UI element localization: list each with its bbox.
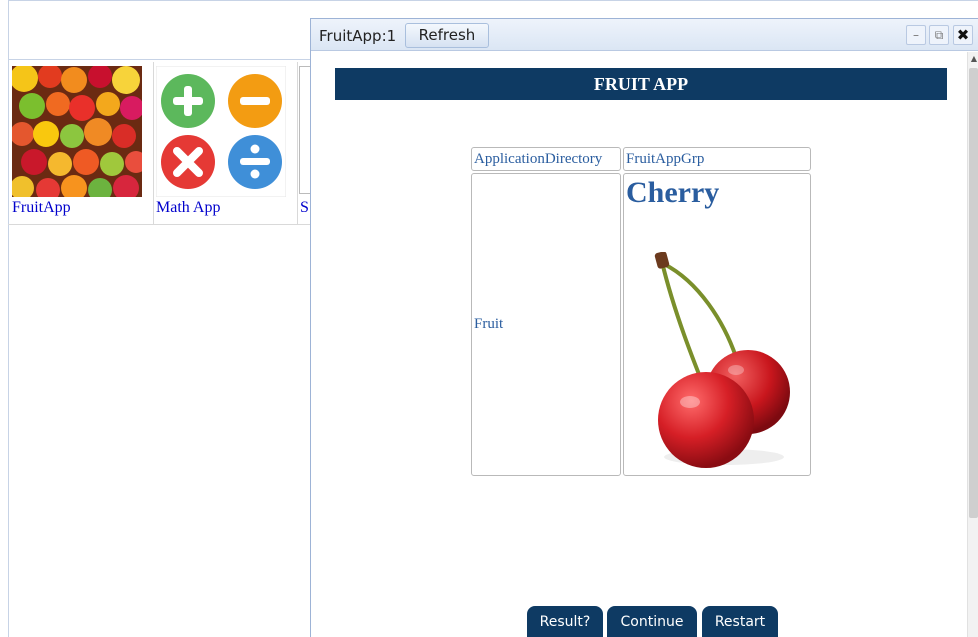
page-title: FRUIT APP [335, 68, 947, 100]
minimize-icon[interactable]: – [906, 25, 926, 45]
directory-value-cell: FruitAppGrp [623, 147, 811, 171]
restart-button[interactable]: Restart [702, 606, 778, 637]
app-tile-fruitapp[interactable]: FruitApp [8, 62, 154, 225]
app-label-partial[interactable]: S [300, 199, 309, 217]
result-button[interactable]: Result? [527, 606, 603, 637]
app-label-fruitapp[interactable]: FruitApp [12, 199, 71, 217]
window-content: FRUIT APP ApplicationDirectory FruitAppG… [311, 52, 967, 637]
fruit-name: Cherry [626, 176, 720, 209]
app-tile-math-app[interactable]: Math App [152, 62, 298, 225]
directory-label-cell: ApplicationDirectory [471, 147, 621, 171]
directory-label: ApplicationDirectory [474, 151, 603, 167]
refresh-button[interactable]: Refresh [405, 23, 489, 48]
scroll-thumb[interactable] [969, 68, 978, 518]
continue-button[interactable]: Continue [607, 606, 697, 637]
fruit-collage-icon[interactable] [12, 66, 142, 197]
window-titlebar[interactable]: FruitApp:1 Refresh – ⧉ ✖ [311, 19, 978, 51]
fruit-card[interactable]: Cherry [623, 173, 811, 476]
app-label-math-app[interactable]: Math App [156, 199, 220, 217]
vertical-scrollbar[interactable]: ▲ [967, 52, 978, 637]
math-operators-icon[interactable] [156, 66, 286, 197]
window-title: FruitApp:1 [319, 27, 397, 45]
fruit-label: Fruit [474, 316, 504, 332]
directory-value: FruitAppGrp [626, 151, 705, 167]
close-icon[interactable]: ✖ [953, 25, 973, 45]
scroll-up-icon[interactable]: ▲ [968, 54, 978, 66]
cherry-icon [654, 252, 790, 468]
popout-icon[interactable]: ⧉ [929, 25, 949, 45]
fruit-app-window: FruitApp:1 Refresh – ⧉ ✖ FRUIT APP Appli… [310, 18, 978, 637]
fruit-label-cell: Fruit [471, 173, 621, 476]
